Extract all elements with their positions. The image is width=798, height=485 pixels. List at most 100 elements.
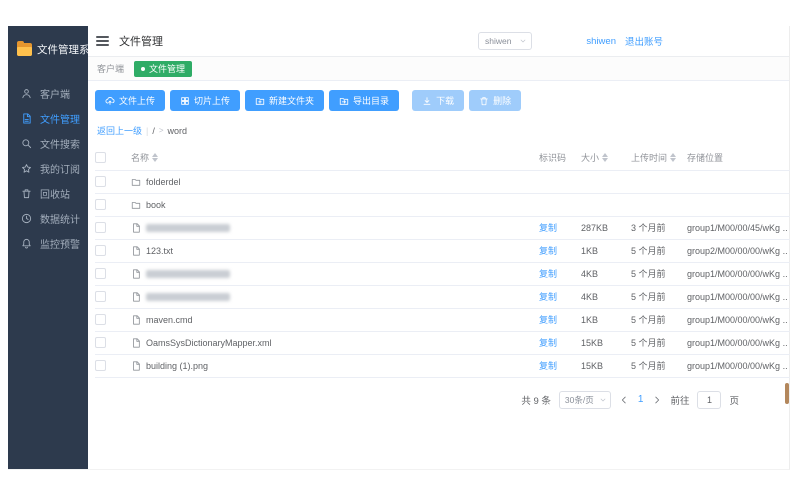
page-size-value: 30条/页 <box>564 394 594 405</box>
trash-icon <box>21 188 32 199</box>
breadcrumb-current: word <box>167 125 188 136</box>
table-row: book <box>95 193 790 217</box>
sort-icon[interactable] <box>152 153 159 163</box>
row-checkbox[interactable] <box>95 222 106 234</box>
sidebar-item-label: 我的订阅 <box>40 165 80 176</box>
goto-label: 前往 <box>670 395 690 407</box>
row-checkbox[interactable] <box>95 337 106 349</box>
file-size: 15KB <box>581 331 631 355</box>
table-header-row: 名称 标识码 大小 上传时间 存储位置 <box>95 146 790 171</box>
sidebar-item-subscribe[interactable]: 我的订阅 <box>8 156 88 181</box>
user-select-dropdown[interactable]: shiwen <box>478 32 532 50</box>
upload-file-button[interactable]: 文件上传 <box>95 90 166 111</box>
logout-link[interactable]: 退出账号 <box>625 34 663 48</box>
app-window: 文件管理系统 客户端 文件管理 文件搜索 我的订阅 回收站 数据统计 监控预警 … <box>8 26 790 470</box>
upload-time: 5 个月前 <box>631 239 687 263</box>
storage-location <box>687 193 790 217</box>
hamburger-icon[interactable] <box>96 36 109 46</box>
row-checkbox[interactable] <box>95 176 106 188</box>
sidebar-item-search[interactable]: 文件搜索 <box>8 131 88 156</box>
sidebar-item-files[interactable]: 文件管理 <box>8 106 88 131</box>
row-checkbox[interactable] <box>95 199 106 211</box>
sidebar-item-stats[interactable]: 数据统计 <box>8 206 88 231</box>
page-unit: 页 <box>729 395 739 407</box>
page-title: 文件管理 <box>119 36 163 48</box>
file-size: 4KB <box>581 262 631 286</box>
file-table: 名称 标识码 大小 上传时间 存储位置 folderdel book 复制 28… <box>95 146 790 378</box>
copy-link[interactable]: 复制 <box>539 338 557 348</box>
table-row: 复制 4KB 5 个月前 group1/M00/00/00/wKg .. <box>95 262 790 286</box>
sidebar-item-recycle[interactable]: 回收站 <box>8 181 88 206</box>
back-up-link[interactable]: 返回上一级 <box>97 124 142 137</box>
row-checkbox[interactable] <box>95 245 106 257</box>
grid-icon <box>180 96 190 106</box>
column-header-code: 标识码 <box>539 146 581 171</box>
file-size: 287KB <box>581 216 631 240</box>
storage-location <box>687 170 790 194</box>
file-name <box>146 223 230 232</box>
row-checkbox[interactable] <box>95 291 106 303</box>
row-checkbox[interactable] <box>95 268 106 280</box>
sidebar-item-label: 文件管理 <box>40 115 80 126</box>
export-dir-button[interactable]: 导出目录 <box>329 90 400 111</box>
storage-location: group1/M00/00/00/wKg .. <box>687 285 790 309</box>
copy-link[interactable]: 复制 <box>539 246 557 256</box>
file-name: building (1).png <box>146 360 209 371</box>
file-name: 123.txt <box>146 245 174 256</box>
page-size-dropdown[interactable]: 30条/页 <box>558 390 611 409</box>
tab-files[interactable]: 文件管理 <box>134 60 193 77</box>
user-select-value: shiwen <box>485 36 512 46</box>
sidebar-item-client[interactable]: 客户端 <box>8 81 88 106</box>
copy-link[interactable]: 复制 <box>539 223 557 233</box>
new-folder-button[interactable]: 新建文件夹 <box>245 90 325 111</box>
username-link[interactable]: shiwen <box>586 36 616 47</box>
scrollbar-thumb[interactable] <box>785 383 789 404</box>
select-all-checkbox[interactable] <box>95 152 106 164</box>
bell-icon <box>21 238 32 249</box>
file-icon <box>131 314 141 325</box>
upload-time: 5 个月前 <box>631 354 687 378</box>
total-count: 共 9 条 <box>521 395 551 407</box>
sidebar-item-label: 文件搜索 <box>40 140 80 151</box>
row-checkbox[interactable] <box>95 314 106 326</box>
delete-button[interactable]: 删除 <box>469 90 522 111</box>
table-row: OamsSysDictionaryMapper.xml 复制 15KB 5 个月… <box>95 331 790 355</box>
column-header-time[interactable]: 上传时间 <box>631 146 687 171</box>
cloud-upload-icon <box>105 96 115 106</box>
trash-icon <box>479 96 489 106</box>
breadcrumb: 返回上一级 | / > word <box>97 124 789 137</box>
topbar: 文件管理 shiwen shiwen 退出账号 <box>88 26 789 57</box>
file-size <box>581 193 631 217</box>
sort-icon[interactable] <box>670 153 677 163</box>
sidebar-item-label: 回收站 <box>40 190 70 201</box>
chevron-down-icon <box>519 37 527 45</box>
file-icon <box>131 245 141 256</box>
chevron-down-icon <box>599 396 607 404</box>
document-icon <box>21 113 32 124</box>
copy-link[interactable]: 复制 <box>539 292 557 302</box>
next-page-button[interactable] <box>652 395 662 405</box>
sidebar-item-monitor[interactable]: 监控预警 <box>8 231 88 256</box>
row-checkbox[interactable] <box>95 360 106 372</box>
page-number[interactable]: 1 <box>637 394 645 405</box>
copy-link[interactable]: 复制 <box>539 269 557 279</box>
upload-chunk-button[interactable]: 切片上传 <box>170 90 241 111</box>
sort-icon[interactable] <box>602 153 609 163</box>
breadcrumb-divider: | <box>146 125 149 136</box>
storage-location: group2/M00/00/00/wKg .. <box>687 239 790 263</box>
upload-time: 5 个月前 <box>631 308 687 332</box>
prev-page-button[interactable] <box>619 395 629 405</box>
upload-time <box>631 193 687 217</box>
tab-client[interactable]: 客户端 <box>97 62 124 75</box>
download-button[interactable]: 下载 <box>412 90 465 111</box>
column-header-size[interactable]: 大小 <box>581 146 631 171</box>
breadcrumb-root[interactable]: / <box>152 126 155 136</box>
goto-page-input[interactable] <box>697 390 722 409</box>
table-row: 复制 287KB 3 个月前 group1/M00/00/45/wKg .. <box>95 216 790 240</box>
copy-link[interactable]: 复制 <box>539 315 557 325</box>
column-header-name[interactable]: 名称 <box>131 146 539 171</box>
copy-link[interactable]: 复制 <box>539 361 557 371</box>
upload-time: 3 个月前 <box>631 216 687 240</box>
sidebar-item-label: 客户端 <box>40 90 70 101</box>
file-name: OamsSysDictionaryMapper.xml <box>146 337 272 348</box>
